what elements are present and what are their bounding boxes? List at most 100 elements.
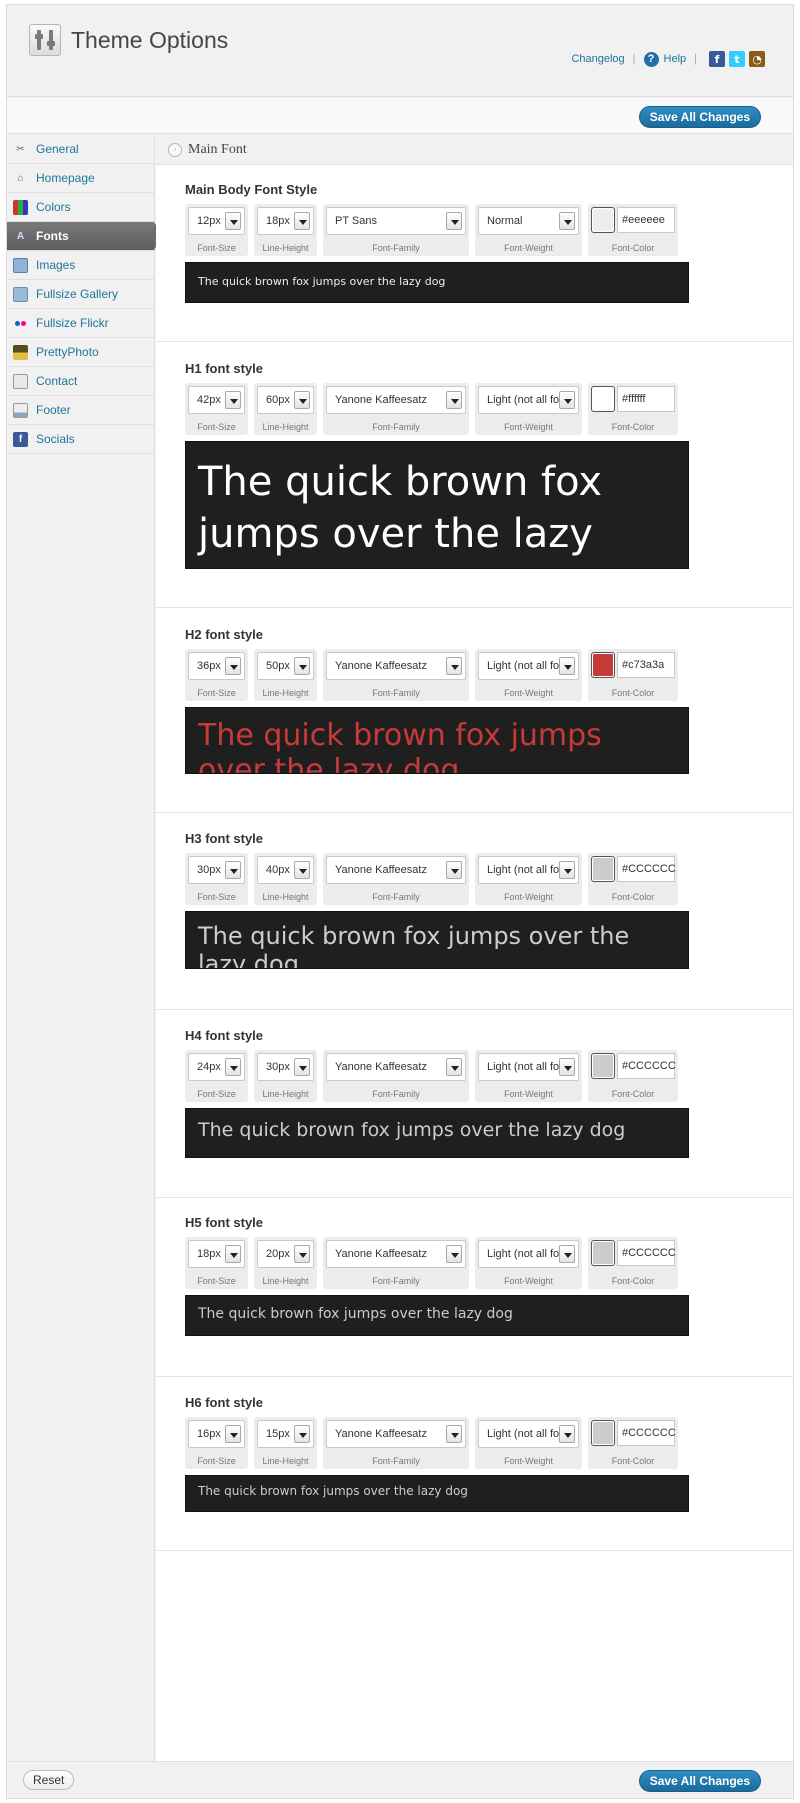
sidebar-item-homepage[interactable]: ⌂ Homepage — [7, 164, 154, 193]
color-hex-input[interactable]: #CCCCCC — [617, 1420, 676, 1446]
changelog-link[interactable]: Changelog — [571, 53, 624, 65]
chevron-down-icon[interactable] — [446, 1245, 462, 1263]
font-weight-select[interactable]: Light (not all fonts — [478, 1240, 579, 1268]
color-swatch[interactable] — [591, 386, 615, 412]
chevron-down-icon[interactable] — [559, 391, 575, 409]
color-swatch[interactable] — [591, 856, 615, 882]
rss-icon[interactable]: ◔ — [749, 51, 765, 67]
font-size-select[interactable]: 12px — [188, 207, 245, 235]
font-size-select[interactable]: 36px — [188, 652, 245, 680]
font-weight-select[interactable]: Light (not all fonts — [478, 652, 579, 680]
sidebar-item-fullsize-gallery[interactable]: Fullsize Gallery — [7, 280, 154, 309]
font-size-select[interactable]: 16px — [188, 1420, 245, 1448]
color-swatch[interactable] — [591, 1240, 615, 1266]
chevron-down-icon[interactable] — [225, 1058, 241, 1076]
sidebar-item-images[interactable]: Images — [7, 251, 154, 280]
sidebar-item-socials[interactable]: f Socials — [7, 425, 154, 454]
help-link[interactable]: Help — [664, 53, 687, 65]
chevron-down-icon[interactable] — [294, 861, 310, 879]
line-height-select[interactable]: 50px — [257, 652, 314, 680]
font-weight-select[interactable]: Light (not all fonts — [478, 1420, 579, 1448]
font-weight-select[interactable]: Light (not all fonts — [478, 1053, 579, 1081]
line-height-select[interactable]: 30px — [257, 1053, 314, 1081]
chevron-down-icon[interactable] — [446, 1425, 462, 1443]
caption: Font-Color — [611, 1456, 655, 1466]
color-swatch[interactable] — [591, 207, 615, 233]
color-hex-input[interactable]: #CCCCCC — [617, 856, 676, 882]
chevron-down-icon[interactable] — [559, 657, 575, 675]
sidebar-item-colors[interactable]: Colors — [7, 193, 154, 222]
font-size-select[interactable]: 18px — [188, 1240, 245, 1268]
font-family-select[interactable]: Yanone Kaffeesatz — [326, 1420, 466, 1448]
font-weight-select[interactable]: Light (not all fonts — [478, 856, 579, 884]
collapse-icon[interactable]: ◦ — [168, 142, 182, 157]
sidebar-item-general[interactable]: ✂ General — [7, 135, 154, 164]
chevron-down-icon[interactable] — [559, 1058, 575, 1076]
caption: Font-Weight — [504, 422, 553, 432]
chevron-down-icon[interactable] — [225, 861, 241, 879]
facebook-icon[interactable]: f — [709, 51, 725, 67]
save-all-changes-button[interactable]: Save All Changes — [638, 1770, 761, 1792]
color-hex-input[interactable]: #CCCCCC — [617, 1240, 676, 1266]
caption: Font-Color — [611, 688, 655, 698]
twitter-icon[interactable]: t — [729, 51, 745, 67]
color-hex-input[interactable]: #CCCCCC — [617, 1053, 676, 1079]
line-height-select[interactable]: 18px — [257, 207, 314, 235]
chevron-down-icon[interactable] — [294, 1425, 310, 1443]
font-family-select[interactable]: Yanone Kaffeesatz — [326, 652, 466, 680]
save-all-changes-button[interactable]: Save All Changes — [638, 106, 761, 128]
color-hex-input[interactable]: #c73a3a — [617, 652, 675, 678]
reset-button[interactable]: Reset — [23, 1770, 75, 1790]
color-swatch[interactable] — [591, 652, 615, 678]
caption: Line-Height — [262, 1089, 309, 1099]
font-size-value: 30px — [197, 864, 221, 876]
chevron-down-icon[interactable] — [225, 1245, 241, 1263]
chevron-down-icon[interactable] — [559, 1245, 575, 1263]
chevron-down-icon[interactable] — [225, 212, 241, 230]
line-height-select[interactable]: 40px — [257, 856, 314, 884]
color-hex-input[interactable]: #eeeeee — [617, 207, 675, 233]
line-height-select[interactable]: 15px — [257, 1420, 314, 1448]
font-preview: The quick brown fox jumps over the lazy … — [185, 262, 689, 303]
chevron-down-icon[interactable] — [225, 391, 241, 409]
preview-text: The quick brown fox jumps over the lazy … — [198, 459, 603, 568]
font-family-select[interactable]: Yanone Kaffeesatz — [326, 856, 466, 884]
chevron-down-icon[interactable] — [446, 1058, 462, 1076]
chevron-down-icon[interactable] — [446, 391, 462, 409]
chevron-down-icon[interactable] — [225, 657, 241, 675]
sidebar-item-fonts[interactable]: A Fonts — [7, 222, 163, 251]
line-height-select[interactable]: 20px — [257, 1240, 314, 1268]
color-swatch[interactable] — [591, 1053, 615, 1079]
font-family-select[interactable]: Yanone Kaffeesatz — [326, 1240, 466, 1268]
chevron-down-icon[interactable] — [294, 1058, 310, 1076]
sidebar-item-contact[interactable]: Contact — [7, 367, 154, 396]
color-swatch[interactable] — [591, 1420, 615, 1446]
font-family-select[interactable]: PT Sans — [326, 207, 466, 235]
line-height-select[interactable]: 60px — [257, 386, 314, 414]
sidebar-item-footer[interactable]: Footer — [7, 396, 154, 425]
chevron-down-icon[interactable] — [446, 212, 462, 230]
chevron-down-icon[interactable] — [294, 1245, 310, 1263]
chevron-down-icon[interactable] — [225, 1425, 241, 1443]
color-hex-input[interactable]: #ffffff — [617, 386, 675, 412]
font-family-select[interactable]: Yanone Kaffeesatz — [326, 1053, 466, 1081]
help-icon[interactable]: ? — [643, 51, 659, 67]
chevron-down-icon[interactable] — [446, 861, 462, 879]
font-size-value: 36px — [197, 660, 221, 672]
font-size-select[interactable]: 24px — [188, 1053, 245, 1081]
font-size-select[interactable]: 42px — [188, 386, 245, 414]
font-size-select[interactable]: 30px — [188, 856, 245, 884]
font-family-select[interactable]: Yanone Kaffeesatz — [326, 386, 466, 414]
chevron-down-icon[interactable] — [294, 657, 310, 675]
chevron-down-icon[interactable] — [559, 861, 575, 879]
chevron-down-icon[interactable] — [559, 1425, 575, 1443]
font-controls: 16px Font-Size 15px Line-Height Yanone K… — [185, 1417, 684, 1469]
chevron-down-icon[interactable] — [559, 212, 575, 230]
font-weight-select[interactable]: Normal — [478, 207, 579, 235]
chevron-down-icon[interactable] — [294, 212, 310, 230]
chevron-down-icon[interactable] — [446, 657, 462, 675]
sidebar-item-prettyphoto[interactable]: PrettyPhoto — [7, 338, 154, 367]
sidebar-item-fullsize-flickr[interactable]: Fullsize Flickr — [7, 309, 154, 338]
font-weight-select[interactable]: Light (not all fonts — [478, 386, 579, 414]
chevron-down-icon[interactable] — [294, 391, 310, 409]
